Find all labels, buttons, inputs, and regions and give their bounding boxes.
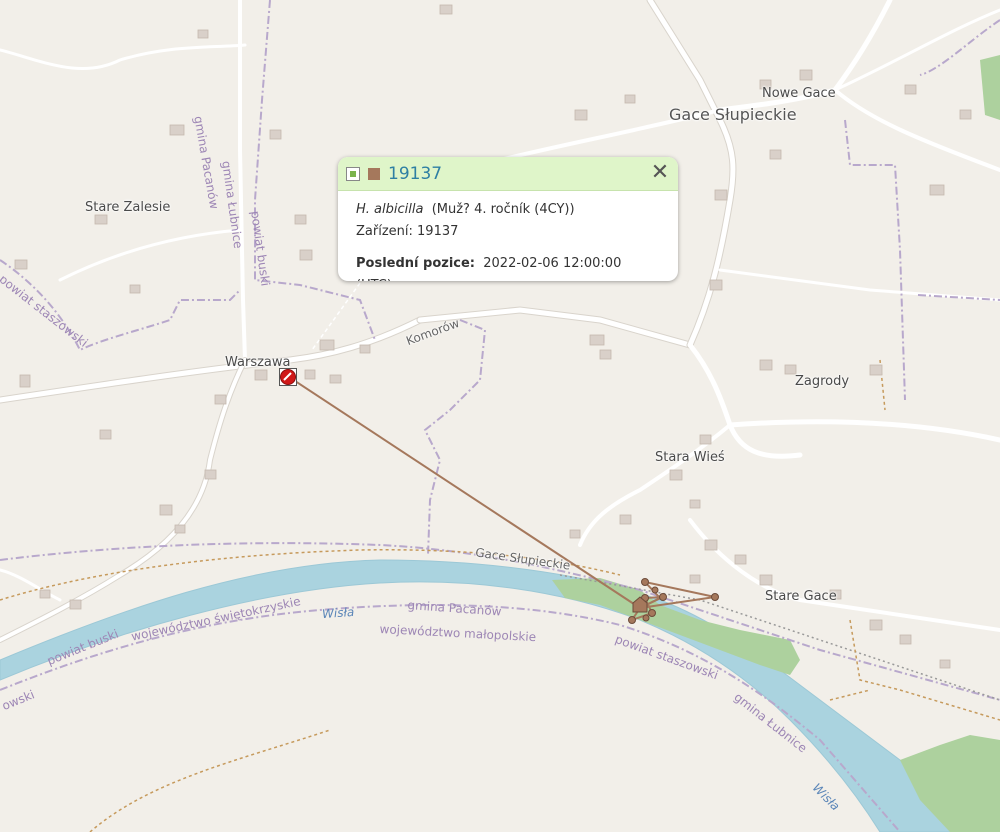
device-value: 19137: [417, 224, 459, 239]
place-label: Gace Słupieckie: [669, 105, 797, 124]
map-view[interactable]: Gace Słupieckie Nowe Gace Stare Zalesie …: [0, 0, 1000, 832]
popup-body: H. albicilla (Muž? 4. ročník (4CY)) Zaří…: [338, 191, 678, 281]
species-line: H. albicilla (Muž? 4. ročník (4CY)): [356, 199, 660, 221]
place-label: Stare Gace: [765, 589, 837, 604]
forest-patch: [980, 55, 1000, 120]
last-position-line: Poslední pozice: 2022-02-06 12:00:00 (UT…: [356, 253, 660, 281]
place-label: Nowe Gace: [762, 86, 836, 101]
place-label: Zagrody: [795, 374, 850, 389]
track-visibility-checkbox[interactable]: [346, 166, 360, 181]
device-line: Zařízení: 19137: [356, 221, 660, 243]
water-label: Wisła: [321, 604, 355, 622]
device-label: Zařízení:: [356, 224, 413, 239]
info-popup: 19137 ✕ H. albicilla (Muž? 4. ročník (4C…: [338, 157, 678, 281]
popup-title[interactable]: 19137: [388, 164, 442, 184]
popup-header: 19137 ✕: [338, 157, 678, 191]
river-wisla: [0, 559, 991, 832]
species-name: H. albicilla: [356, 202, 424, 217]
place-label: Warszawa: [225, 355, 291, 370]
close-icon[interactable]: ✕: [648, 161, 672, 185]
map-tiles: [0, 0, 1000, 832]
species-detail: (Muž? 4. ročník (4CY)): [431, 202, 575, 217]
last-position-label: Poslední pozice:: [356, 256, 475, 271]
place-label: Stare Zalesie: [85, 200, 171, 215]
location-marker-icon[interactable]: [279, 368, 297, 386]
place-label: Stara Wieś: [655, 450, 725, 465]
track-color-swatch: [368, 167, 380, 180]
